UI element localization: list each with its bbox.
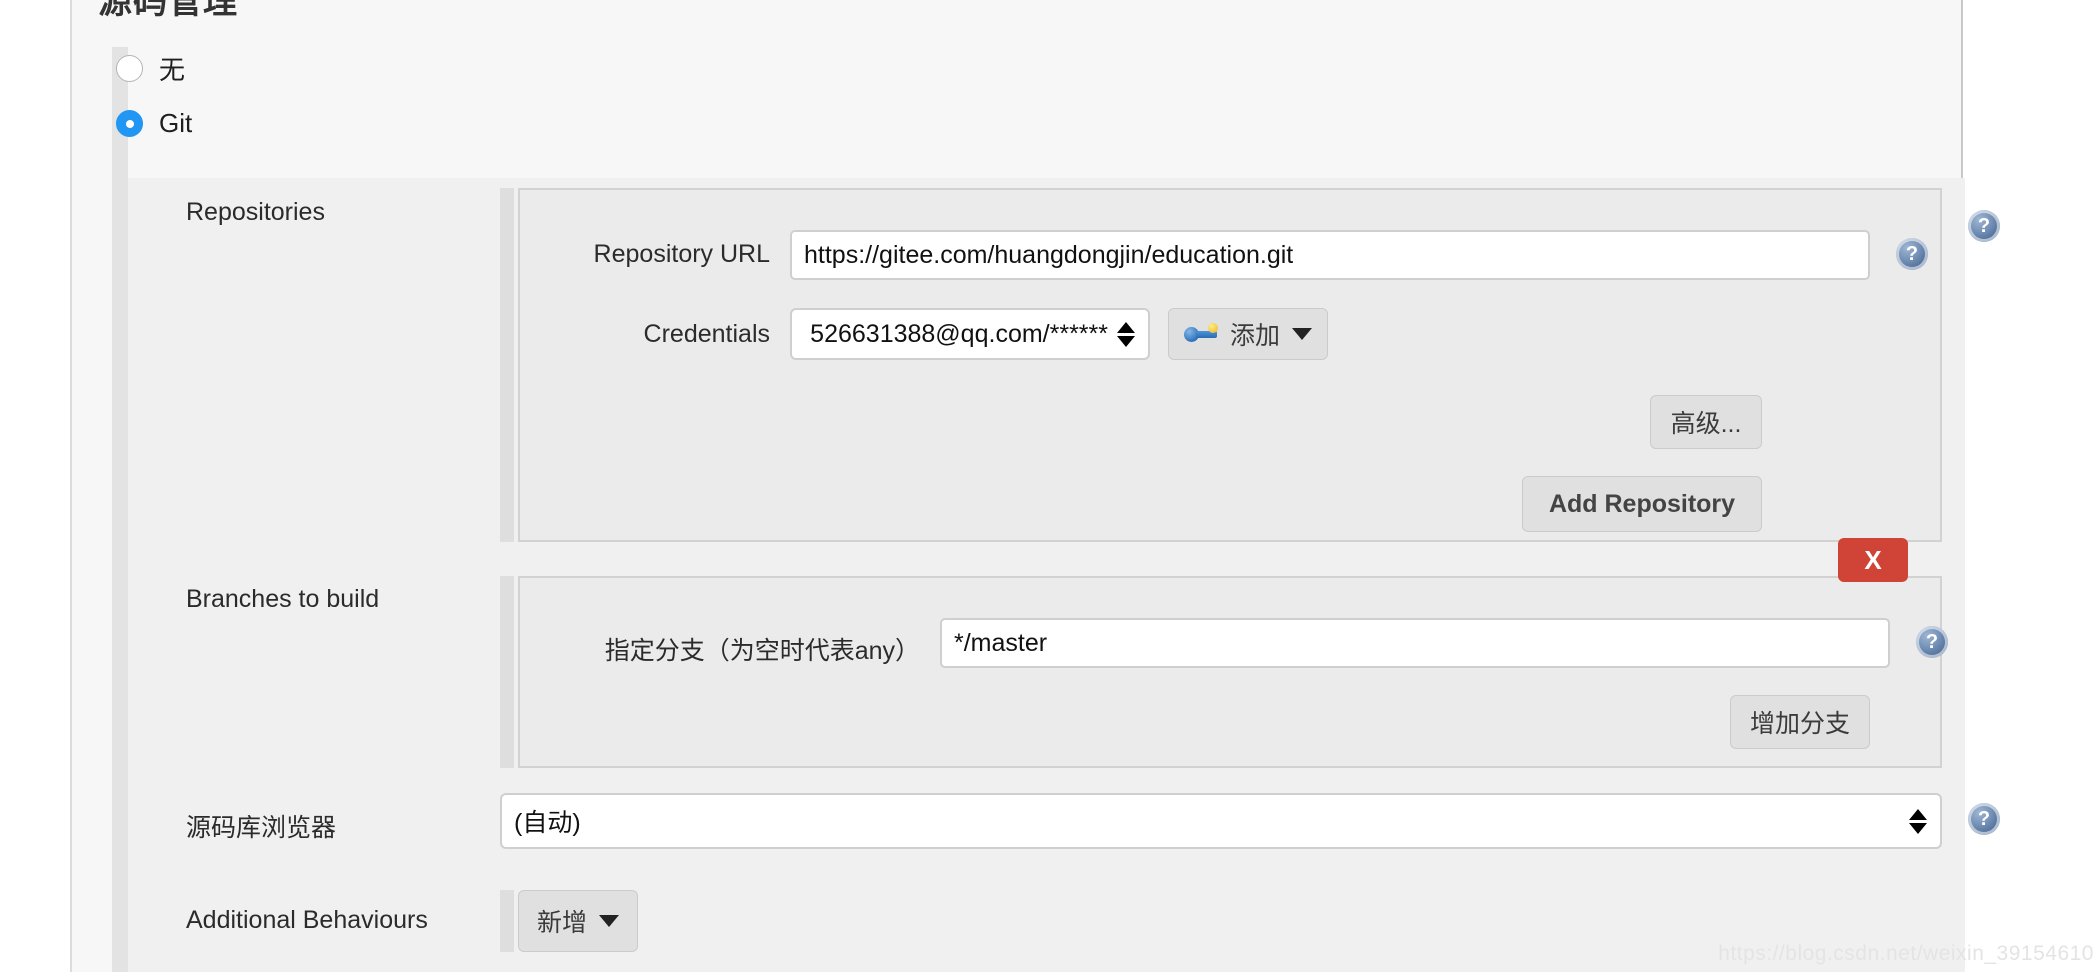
add-behaviour-button[interactable]: 新增 xyxy=(518,890,638,952)
git-config-body: Repositories Repository URL https://gite… xyxy=(128,178,2000,972)
chevron-updown-icon xyxy=(1908,808,1928,834)
scm-option-git-label: Git xyxy=(159,108,193,138)
branches-drag-handle[interactable] xyxy=(500,576,514,768)
add-branch-button[interactable]: 增加分支 xyxy=(1730,695,1870,749)
add-credentials-label: 添加 xyxy=(1229,322,1280,350)
additional-behaviours-indent-bar xyxy=(500,890,514,952)
scm-option-git[interactable]: Git xyxy=(116,108,192,139)
page-title: 源码管理 xyxy=(98,0,238,21)
additional-behaviours-label: Additional Behaviours xyxy=(186,906,428,934)
repository-url-label: Repository URL xyxy=(593,240,770,268)
credentials-select[interactable]: 526631388@qq.com/****** xyxy=(790,308,1150,360)
repository-url-help-icon[interactable]: ? xyxy=(1896,238,1928,270)
radio-git[interactable] xyxy=(116,110,143,137)
scm-option-none-label: 无 xyxy=(159,55,186,85)
repositories-drag-handle[interactable] xyxy=(500,188,514,542)
watermark: https://blog.csdn.net/weixin_39154610 xyxy=(1718,942,2094,965)
branch-specifier-label: 指定分支（为空时代表any） xyxy=(604,637,920,665)
advanced-button[interactable]: 高级... xyxy=(1650,395,1762,449)
repository-browser-select[interactable]: (自动) xyxy=(500,793,1942,849)
radio-group-indent-bar xyxy=(112,47,128,972)
branches-block: 指定分支（为空时代表any） */master ? 增加分支 xyxy=(518,576,1948,768)
chevron-down-icon xyxy=(599,915,619,927)
scm-option-none[interactable]: 无 xyxy=(116,50,185,87)
branches-label: Branches to build xyxy=(186,585,380,613)
repository-url-input[interactable]: https://gitee.com/huangdongjin/education… xyxy=(790,230,1870,280)
add-credentials-button[interactable]: 添加 xyxy=(1168,308,1328,360)
chevron-updown-icon xyxy=(1116,321,1136,347)
chevron-down-icon xyxy=(1292,328,1312,340)
key-icon xyxy=(1183,323,1218,345)
credentials-label: Credentials xyxy=(643,320,770,348)
add-behaviour-label: 新增 xyxy=(536,909,587,937)
branch-specifier-input[interactable]: */master xyxy=(940,618,1890,668)
add-repository-button[interactable]: Add Repository xyxy=(1522,476,1762,532)
screenshot-root: 源码管理 无 Git Repositories Repository URL h… xyxy=(0,0,2100,972)
credentials-select-value: 526631388@qq.com/****** xyxy=(810,319,1108,348)
repositories-block: Repository URL https://gitee.com/huangdo… xyxy=(518,188,1942,542)
delete-repo-button[interactable]: X xyxy=(1838,538,1908,582)
repositories-label: Repositories xyxy=(186,198,325,226)
branch-specifier-help-icon[interactable]: ? xyxy=(1916,626,1948,658)
repository-browser-value: (自动) xyxy=(514,809,581,837)
repository-browser-label: 源码库浏览器 xyxy=(186,814,337,842)
repository-browser-help-icon[interactable]: ? xyxy=(1968,803,2000,835)
radio-none[interactable] xyxy=(116,55,143,82)
scm-config-panel: 源码管理 无 Git Repositories Repository URL h… xyxy=(70,0,2000,972)
repositories-help-icon[interactable]: ? xyxy=(1968,210,2000,242)
